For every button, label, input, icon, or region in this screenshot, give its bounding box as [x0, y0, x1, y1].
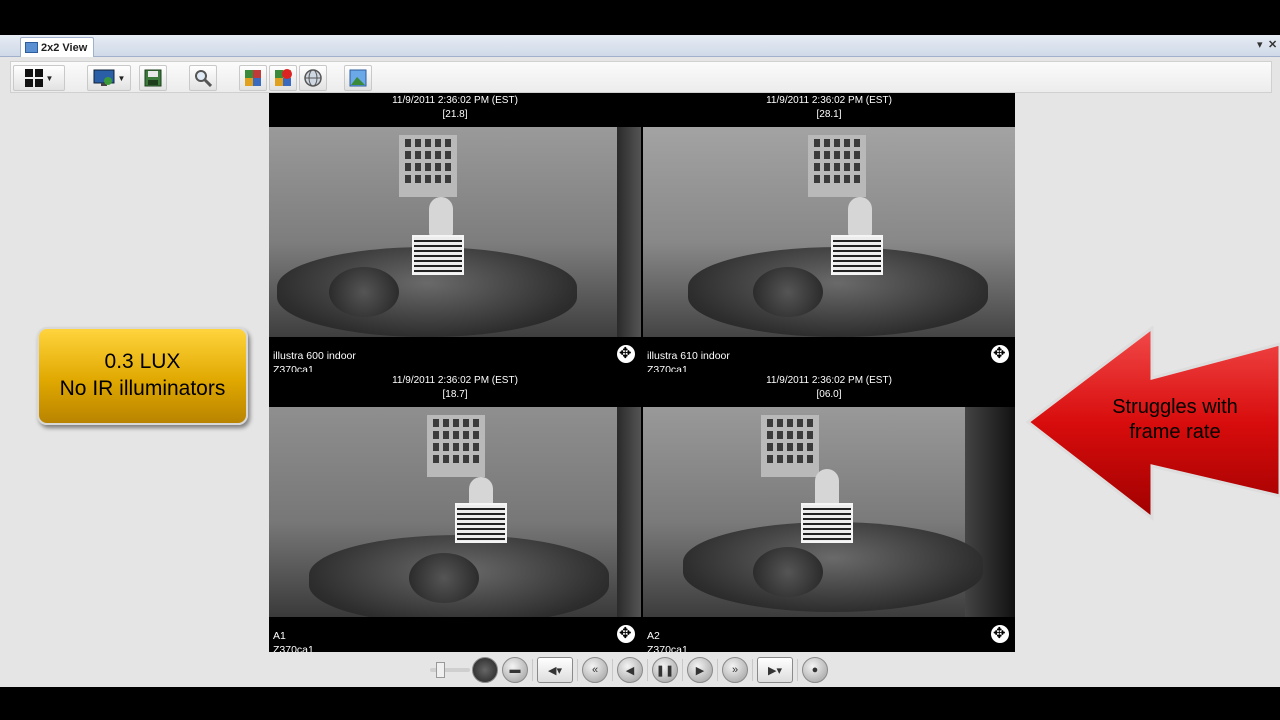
test-card [455, 503, 507, 543]
camera-group-alert-icon [275, 69, 292, 86]
eye-chart [761, 415, 819, 477]
globe-camera-button[interactable] [299, 65, 327, 91]
camera-timestamp-block: 11/9/2011 2:36:02 PM (EST) [28.1] [643, 93, 1015, 122]
camera-fps: [06.0] [816, 389, 842, 400]
speaker-icon[interactable] [472, 657, 498, 683]
layout-button[interactable]: ▼ [13, 65, 65, 91]
camera-video-frame [643, 407, 1015, 617]
fast-forward-icon[interactable]: » [722, 657, 748, 683]
test-card [801, 503, 853, 543]
camera-tile[interactable]: 11/9/2011 2:36:02 PM (EST) [06.0] A2 Z37… [643, 373, 1015, 652]
step-back-icon[interactable]: ◀▾ [537, 657, 573, 683]
volume-slider[interactable] [430, 662, 470, 678]
lux-label: 0.3 LUX [104, 350, 181, 373]
save-button[interactable] [139, 65, 167, 91]
arrow-line-2: frame rate [1129, 421, 1221, 443]
eye-chart [808, 135, 866, 197]
eye-chart [427, 415, 485, 477]
camera-id: Z370ca1 [647, 364, 688, 372]
camera-video-frame [643, 127, 1015, 337]
camera-label: A1 Z370ca1 [273, 629, 314, 652]
camera-timestamp: 11/9/2011 2:36:02 PM (EST) [766, 375, 892, 386]
camera-name: illustra 610 indoor [647, 350, 730, 362]
monitor-button[interactable]: ▼ [87, 65, 131, 91]
playback-controls: ▬ ◀▾ « ◀ ❚❚ ▶ » ▶▾ ● [430, 656, 828, 684]
camera-timestamp: 11/9/2011 2:36:02 PM (EST) [766, 95, 892, 106]
arrow-callout-text: Struggles with frame rate [1090, 395, 1260, 445]
camera-video-frame [269, 407, 641, 617]
save-icon [144, 69, 162, 87]
camera-group-icon [245, 70, 261, 86]
camera-tile[interactable]: 11/9/2011 2:36:02 PM (EST) [18.7] A1 Z37… [269, 373, 641, 652]
camera-id: Z370ca1 [273, 364, 314, 372]
camera-tile[interactable]: 11/9/2011 2:36:02 PM (EST) [28.1] illust… [643, 93, 1015, 372]
toolbar: ▼ ▼ [10, 61, 1272, 93]
doll-figure [429, 197, 453, 237]
camera-label: illustra 600 indoor Z370ca1 [273, 349, 356, 372]
ptz-control-icon[interactable] [991, 624, 1009, 643]
zoom-icon [195, 70, 212, 87]
camera-name: illustra 600 indoor [273, 350, 356, 362]
previous-frame-icon[interactable]: ◀ [617, 657, 643, 683]
camera-video-frame [269, 127, 641, 337]
snapshot-icon [349, 69, 367, 87]
camera-timestamp-block: 11/9/2011 2:36:02 PM (EST) [18.7] [269, 373, 641, 402]
camera-grid-2x2: 11/9/2011 2:36:02 PM (EST) [21.8] illust… [269, 93, 1015, 652]
camera-id: Z370ca1 [647, 644, 688, 652]
camera-fps: [21.8] [442, 109, 468, 120]
ptz-control-icon[interactable] [617, 624, 635, 643]
tab-menu-chevron-icon[interactable]: ▾ [1257, 38, 1263, 51]
camera-fps: [28.1] [816, 109, 842, 120]
stop-icon[interactable]: ▬ [502, 657, 528, 683]
test-card [831, 235, 883, 275]
play-icon[interactable]: ▶ [687, 657, 713, 683]
chevron-down-icon: ▼ [117, 73, 126, 83]
step-forward-icon[interactable]: ▶▾ [757, 657, 793, 683]
close-icon[interactable]: ✕ [1268, 38, 1277, 51]
ptz-control-icon[interactable] [991, 344, 1009, 363]
camera-timestamp-block: 11/9/2011 2:36:02 PM (EST) [21.8] [269, 93, 641, 122]
rewind-icon[interactable]: « [582, 657, 608, 683]
chevron-down-icon: ▼ [45, 73, 54, 83]
camera-name: A1 [273, 630, 286, 642]
layout-grid-icon [24, 69, 43, 87]
camera-fps: [18.7] [442, 389, 468, 400]
doll-figure [848, 197, 872, 237]
camera-id: Z370ca1 [273, 644, 314, 652]
tab-title: 2x2 View [41, 41, 88, 54]
lux-callout-badge: 0.3 LUX No IR illuminators [37, 327, 248, 425]
ptz-control-icon[interactable] [617, 344, 635, 363]
pause-icon[interactable]: ❚❚ [652, 657, 678, 683]
test-card [412, 235, 464, 275]
camera-group-button[interactable] [239, 65, 267, 91]
tab-2x2-view[interactable]: 2x2 View [20, 37, 95, 57]
ir-label: No IR illuminators [59, 377, 226, 400]
camera-timestamp: 11/9/2011 2:36:02 PM (EST) [392, 95, 518, 106]
camera-group-alert-button[interactable] [269, 65, 297, 91]
snapshot-button[interactable] [344, 65, 372, 91]
monitor-icon [93, 69, 115, 86]
tab-bar: 2x2 View ▾ ✕ [0, 35, 1280, 57]
eye-chart [399, 135, 457, 197]
zoom-button[interactable] [189, 65, 217, 91]
record-icon[interactable]: ● [802, 657, 828, 683]
camera-timestamp: 11/9/2011 2:36:02 PM (EST) [392, 375, 518, 386]
arrow-line-1: Struggles with [1112, 396, 1238, 418]
globe-camera-icon [304, 69, 322, 87]
camera-timestamp-block: 11/9/2011 2:36:02 PM (EST) [06.0] [643, 373, 1015, 402]
camera-tile[interactable]: 11/9/2011 2:36:02 PM (EST) [21.8] illust… [269, 93, 641, 372]
view-tab-icon [25, 42, 38, 53]
camera-label: A2 Z370ca1 [647, 629, 688, 652]
camera-name: A2 [647, 630, 660, 642]
camera-label: illustra 610 indoor Z370ca1 [647, 349, 730, 372]
